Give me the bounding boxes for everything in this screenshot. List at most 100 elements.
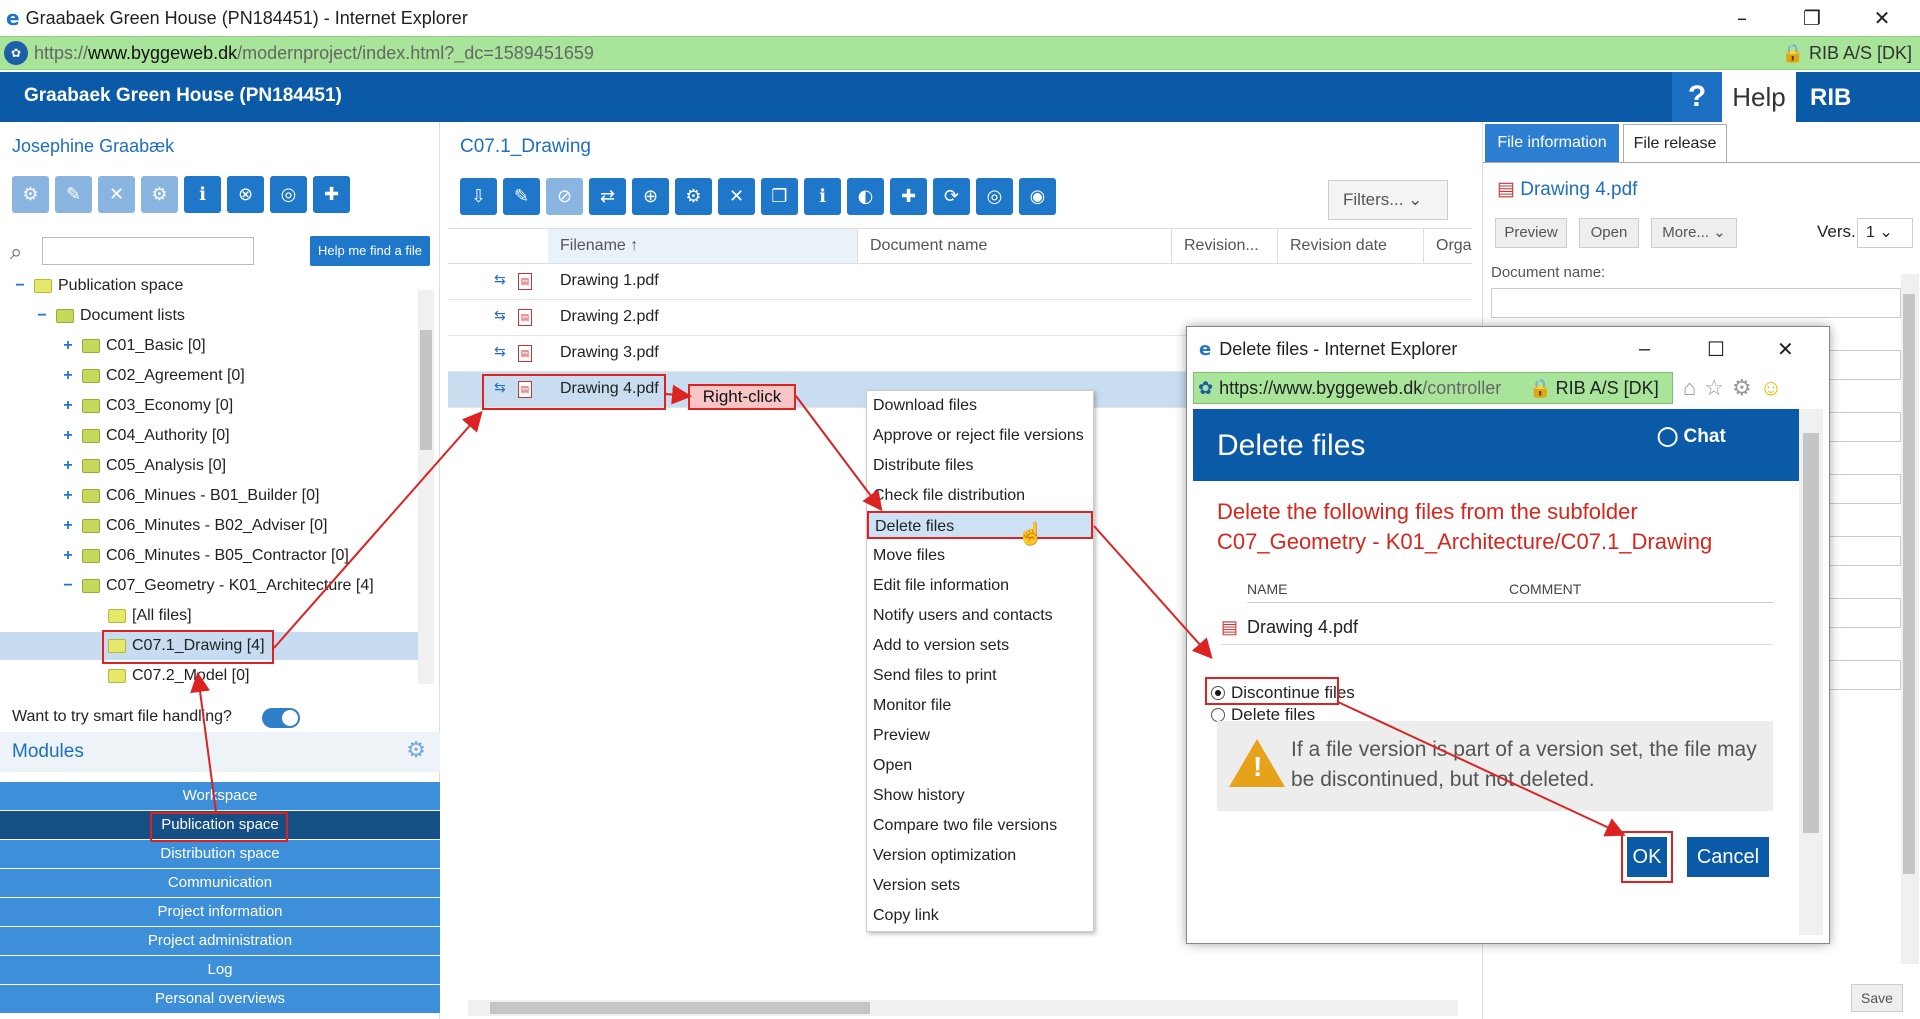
tab-file-release[interactable]: File release [1623, 124, 1727, 162]
info-icon[interactable]: ℹ [184, 176, 221, 213]
tool-icon[interactable]: ◐ [847, 178, 884, 215]
user-name[interactable]: Josephine Graabæk [12, 136, 174, 157]
help-find-file-button[interactable]: Help me find a file [310, 236, 430, 266]
chat-button[interactable]: ◯ Chat [1657, 425, 1726, 448]
gear-icon[interactable]: ⚙ [1732, 375, 1752, 401]
module-distribution-space[interactable]: Distribution space [0, 840, 440, 868]
restore-button[interactable]: ❐ [1792, 4, 1832, 32]
column-revision[interactable]: Revision... [1172, 229, 1278, 263]
right-scrollbar[interactable] [1901, 274, 1919, 964]
module-project-administration[interactable]: Project administration [0, 927, 440, 955]
save-button[interactable]: Save [1851, 984, 1903, 1012]
tree-node[interactable]: + C02_Agreement [0] [60, 362, 244, 390]
star-icon[interactable]: ☆ [1704, 375, 1724, 401]
menu-item-preview[interactable]: Preview [873, 727, 930, 745]
horizontal-scrollbar[interactable] [468, 1000, 1458, 1016]
menu-item-open[interactable]: Open [873, 757, 912, 775]
menu-item-edit-info[interactable]: Edit file information [873, 577, 1009, 595]
menu-item-move-files[interactable]: Move files [873, 547, 945, 565]
tool-icon[interactable]: ◎ [976, 178, 1013, 215]
smiley-icon[interactable]: ☺ [1760, 375, 1782, 401]
tool-icon[interactable]: ⊗ [227, 176, 264, 213]
tool-icon[interactable]: ⊕ [632, 178, 669, 215]
tree-node[interactable]: + C06_Minutes - B05_Contractor [0] [60, 542, 348, 570]
menu-item-show-history[interactable]: Show history [873, 787, 965, 805]
menu-item-send-print[interactable]: Send files to print [873, 667, 997, 685]
url-text[interactable]: https://www.byggeweb.dk/modernproject/in… [34, 43, 594, 64]
menu-item-version-optimization[interactable]: Version optimization [873, 847, 1016, 865]
tree-node[interactable]: + C06_Minues - B01_Builder [0] [60, 482, 319, 510]
help-button[interactable]: Help [1722, 72, 1796, 122]
column-revision-date[interactable]: Revision date [1278, 229, 1424, 263]
menu-item-notify[interactable]: Notify users and contacts [873, 607, 1053, 625]
filters-dropdown[interactable]: Filters... ⌄ [1328, 180, 1448, 220]
menu-item-copy-link[interactable]: Copy link [873, 907, 939, 925]
column-document-name[interactable]: Document name [858, 229, 1172, 263]
dialog-scrollbar[interactable] [1799, 409, 1823, 935]
cancel-button[interactable]: Cancel [1687, 837, 1769, 877]
delete-icon[interactable]: ✕ [718, 178, 755, 215]
close-button[interactable]: ✕ [1862, 4, 1902, 32]
document-name-input[interactable] [1491, 288, 1901, 318]
menu-item-delete-files[interactable]: Delete files [867, 511, 1093, 539]
tree-node[interactable]: + C03_Economy [0] [60, 392, 233, 420]
tree-node-document-lists[interactable]: − Document lists [34, 302, 185, 330]
add-icon[interactable]: ✚ [890, 178, 927, 215]
dialog-url[interactable]: ✿ https://www.byggeweb.dk/controller 🔒 RI… [1193, 372, 1673, 404]
certificate-info[interactable]: 🔒 RIB A/S [DK] [1782, 43, 1912, 64]
tree-node-c07-2-model[interactable]: C07.2_Model [0] [108, 662, 249, 690]
info-icon[interactable]: ℹ [804, 178, 841, 215]
menu-item-check-distribution[interactable]: Check file distribution [873, 487, 1025, 505]
tool-icon[interactable]: ⟳ [933, 178, 970, 215]
module-communication[interactable]: Communication [0, 869, 440, 897]
menu-item-approve[interactable]: Approve or reject file versions [873, 427, 1084, 445]
menu-item-compare[interactable]: Compare two file versions [873, 817, 1057, 835]
tree-node[interactable]: + C04_Authority [0] [60, 422, 229, 450]
tool-icon[interactable]: ✎ [55, 176, 92, 213]
table-row[interactable]: ⇆ ▤ Drawing 1.pdf [448, 264, 1472, 300]
minimize-button[interactable]: – [1639, 338, 1650, 361]
tool-icon[interactable]: ⚙ [141, 176, 178, 213]
home-icon[interactable]: ⌂ [1683, 375, 1696, 401]
tool-icon[interactable]: ⇄ [589, 178, 626, 215]
menu-item-monitor[interactable]: Monitor file [873, 697, 951, 715]
settings-icon[interactable]: ⚙ [675, 178, 712, 215]
module-project-information[interactable]: Project information [0, 898, 440, 926]
open-button[interactable]: Open [1579, 218, 1639, 248]
module-personal-overviews[interactable]: Personal overviews [0, 985, 440, 1013]
module-workspace[interactable]: Workspace [0, 782, 440, 810]
tool-icon[interactable]: ⚙ [12, 176, 49, 213]
menu-item-download-files[interactable]: Download files [873, 397, 977, 415]
tree-node[interactable]: + C05_Analysis [0] [60, 452, 226, 480]
tool-icon[interactable]: ✕ [98, 176, 135, 213]
tool-icon[interactable]: ◎ [270, 176, 307, 213]
tool-icon[interactable]: ✚ [313, 176, 350, 213]
menu-item-add-version-sets[interactable]: Add to version sets [873, 637, 1009, 655]
module-log[interactable]: Log [0, 956, 440, 984]
copy-icon[interactable]: ❐ [761, 178, 798, 215]
address-bar[interactable]: ✿ https://www.byggeweb.dk/modernproject/… [0, 36, 1920, 70]
maximize-button[interactable]: ☐ [1707, 337, 1725, 362]
smart-handling-toggle[interactable] [262, 708, 300, 728]
tree-node-all-files[interactable]: [All files] [108, 602, 192, 630]
tree-node-c07-geometry[interactable]: − C07_Geometry - K01_Architecture [4] [60, 572, 373, 600]
column-filename[interactable]: Filename ↑ [548, 229, 858, 263]
minimize-button[interactable]: – [1722, 4, 1762, 32]
edit-icon[interactable]: ✎ [503, 178, 540, 215]
tab-file-information[interactable]: File information [1485, 124, 1619, 162]
download-icon[interactable]: ⇩ [460, 178, 497, 215]
tree-node[interactable]: + C06_Minutes - B02_Adviser [0] [60, 512, 327, 540]
gear-icon[interactable]: ⚙ [406, 738, 426, 763]
version-select[interactable]: 1 ⌄ [1857, 218, 1913, 248]
column-organisation[interactable]: Orga [1424, 229, 1472, 263]
menu-item-distribute[interactable]: Distribute files [873, 457, 973, 475]
more-dropdown[interactable]: More... ⌄ [1651, 218, 1737, 248]
tree-node-publication-space[interactable]: − Publication space [12, 272, 183, 300]
menu-item-version-sets[interactable]: Version sets [873, 877, 960, 895]
help-question-icon[interactable]: ? [1672, 72, 1722, 122]
close-button[interactable]: ✕ [1777, 337, 1794, 362]
preview-button[interactable]: Preview [1495, 218, 1567, 248]
tool-icon[interactable]: ⊘ [546, 178, 583, 215]
tool-icon[interactable]: ◉ [1019, 178, 1056, 215]
search-input[interactable] [42, 237, 254, 265]
